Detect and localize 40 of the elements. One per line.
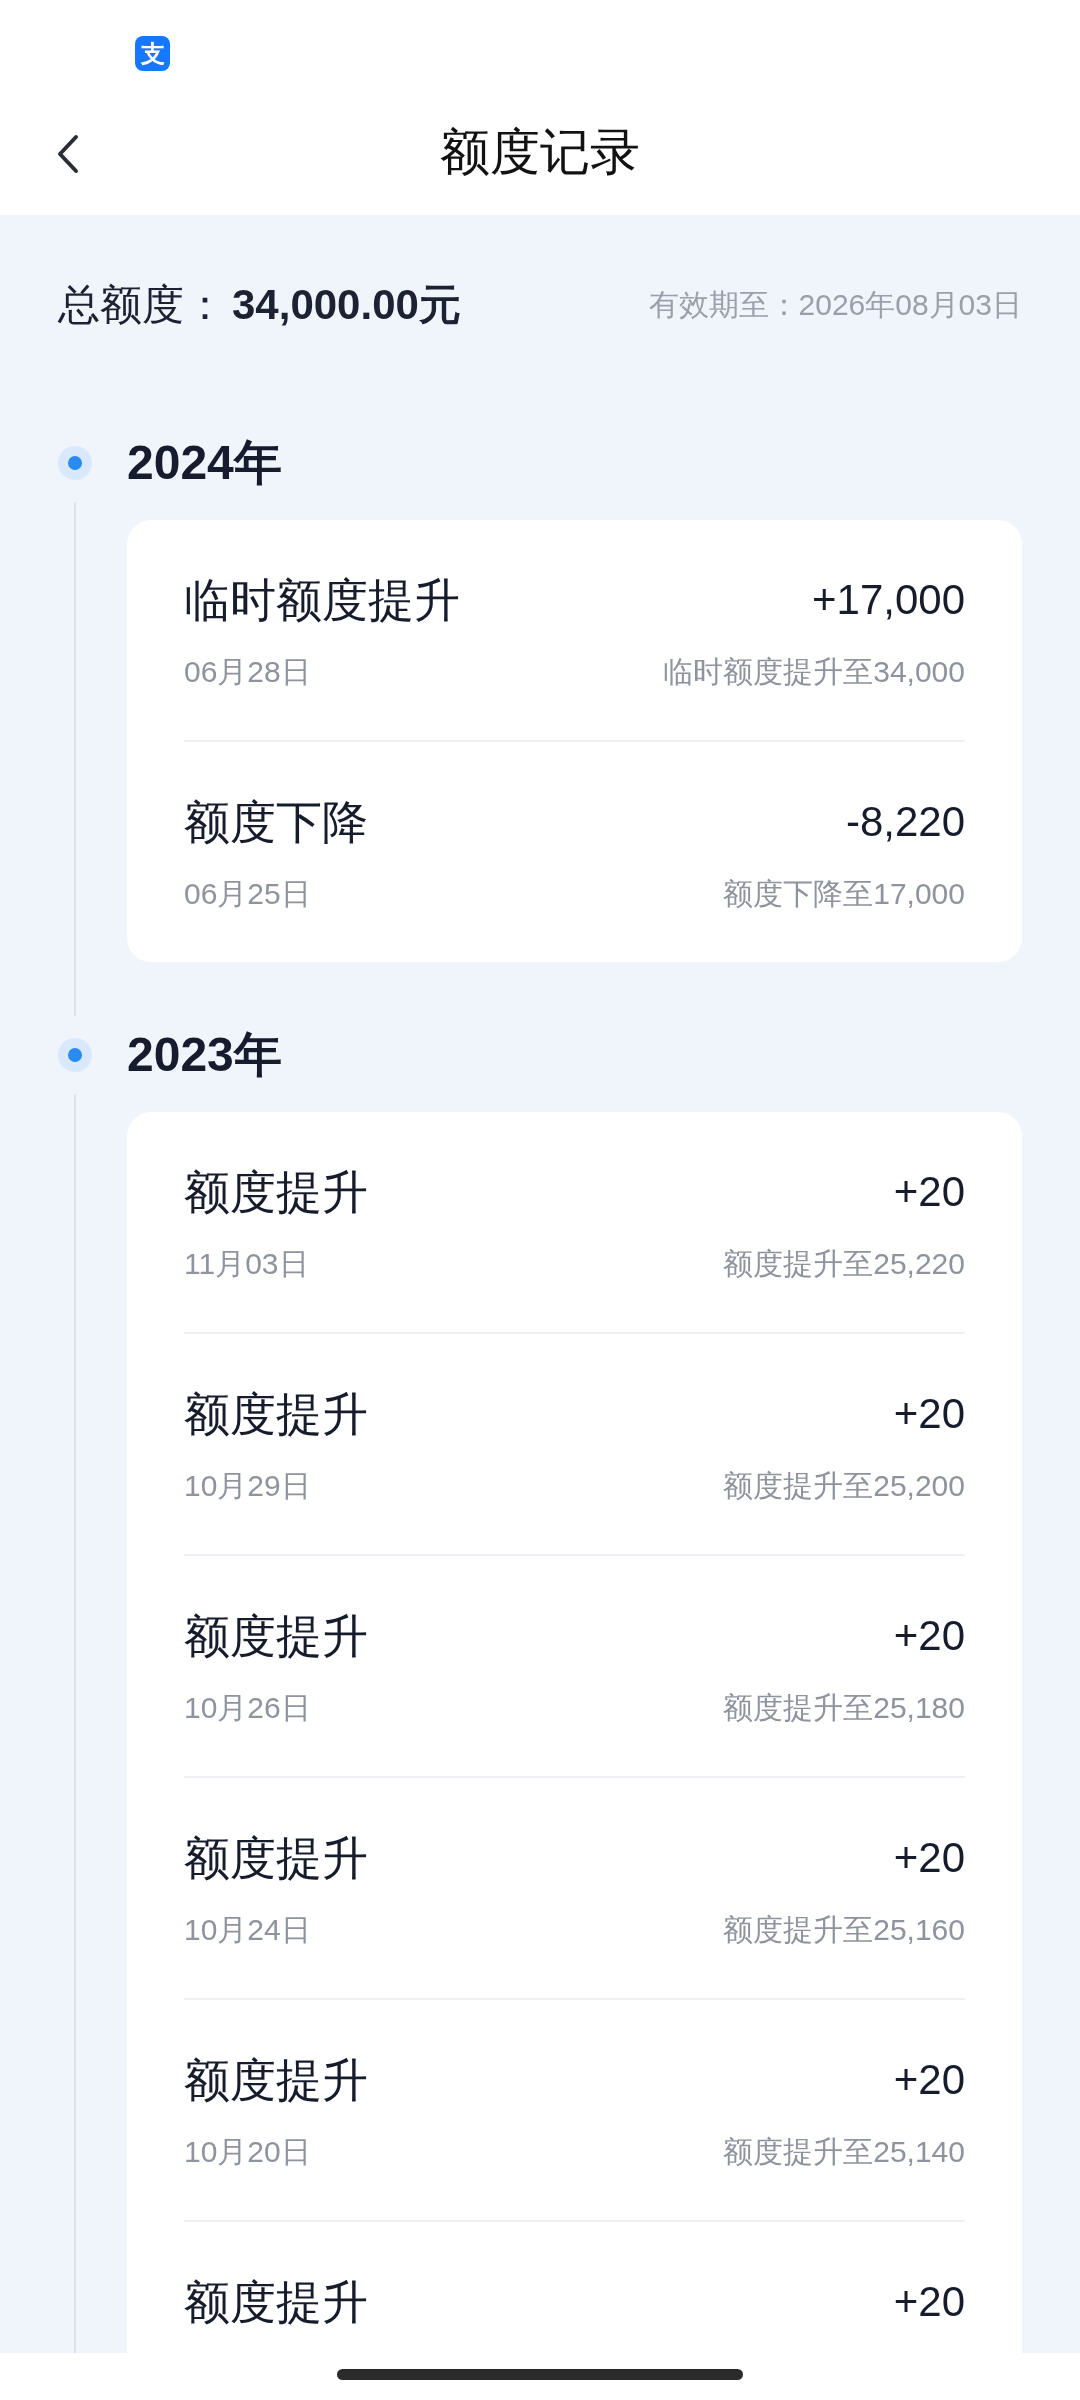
- record-date: 06月25日: [184, 876, 312, 912]
- back-icon[interactable]: [56, 134, 80, 174]
- record-note: 额度提升至25,160: [723, 1912, 965, 1948]
- record-title: 额度提升: [184, 1389, 368, 1439]
- record-title: 额度提升: [184, 1611, 368, 1661]
- record-amount: +20: [893, 1611, 965, 1661]
- record-note: 额度提升至25,180: [723, 1690, 965, 1726]
- record-title: 额度提升: [184, 1167, 368, 1217]
- total-limit-label: 总额度：: [58, 280, 226, 330]
- record-title: 额度下降: [184, 797, 368, 847]
- page-title: 额度记录: [440, 122, 640, 182]
- record-date: 06月28日: [184, 654, 312, 690]
- record-amount: +20: [893, 1389, 965, 1439]
- record-date: 10月20日: [184, 2134, 312, 2170]
- record-note: 额度下降至17,000: [723, 876, 965, 912]
- validity-date: 有效期至：2026年08月03日: [648, 286, 1022, 323]
- record-note: 额度提升至25,140: [723, 2134, 965, 2170]
- record-date: 11月03日: [184, 1246, 310, 1282]
- record-note: 额度提升至25,220: [723, 1246, 965, 1282]
- timeline-dot-icon: [58, 1038, 92, 1072]
- record-date: 10月24日: [184, 1912, 312, 1948]
- timeline-dot-icon: [58, 446, 92, 480]
- record-amount: -8,220: [845, 797, 965, 847]
- record-amount: +17,000: [812, 575, 965, 625]
- total-limit-amount: 34,000.00元: [232, 280, 461, 330]
- record-title: 额度提升: [184, 1833, 368, 1883]
- record-note: 临时额度提升至34,000: [663, 654, 965, 690]
- year-heading: 2023年: [127, 1027, 283, 1083]
- record-date: 10月29日: [184, 1468, 312, 1504]
- record-title: 临时额度提升: [184, 575, 460, 625]
- record-title: 额度提升: [184, 2055, 368, 2105]
- record-amount: +20: [893, 2055, 965, 2105]
- app-logo: 支: [135, 36, 170, 71]
- record-amount: +20: [893, 1833, 965, 1883]
- record-date: 10月26日: [184, 1690, 312, 1726]
- year-heading: 2024年: [127, 435, 283, 491]
- record-note: 额度提升至25,200: [723, 1468, 965, 1504]
- record-title: 额度提升: [184, 2277, 368, 2327]
- record-amount: +20: [893, 1167, 965, 1217]
- record-amount: +20: [893, 2277, 965, 2327]
